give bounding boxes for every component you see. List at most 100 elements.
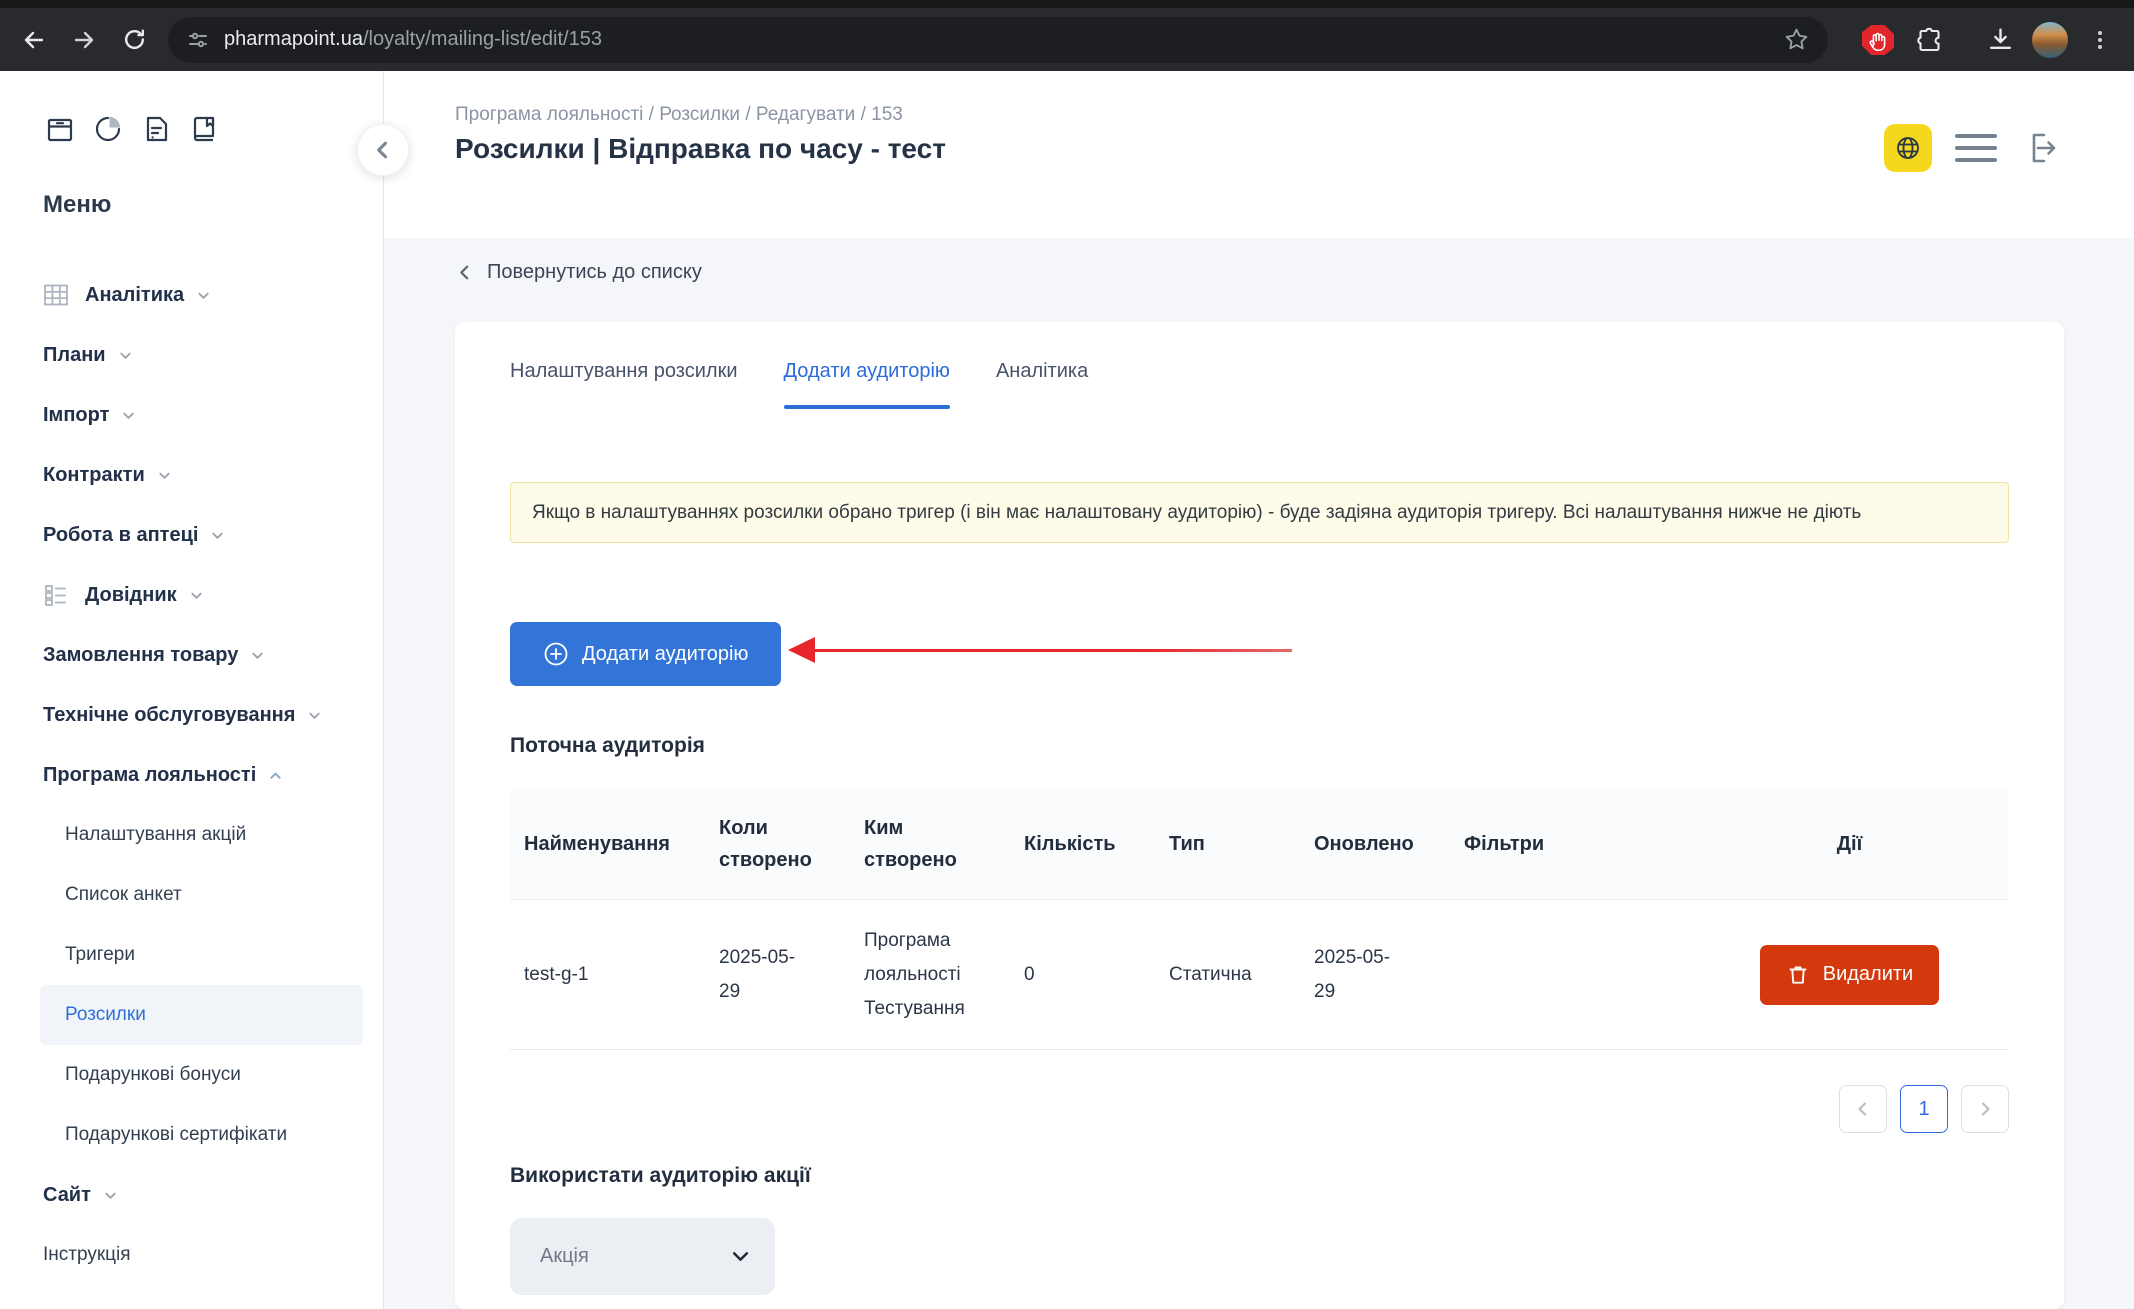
page-header: Програма лояльності / Розсилки / Редагув… [384, 71, 2134, 238]
globe-icon [1894, 134, 1922, 162]
back-icon[interactable] [12, 18, 56, 62]
chevron-down-icon [250, 648, 265, 663]
column-header: Коли створено [705, 788, 850, 899]
downloads-icon[interactable] [1978, 18, 2022, 62]
sidebar-item-analytics[interactable]: Аналітика [40, 265, 363, 325]
column-header: Оновлено [1300, 788, 1450, 899]
sidebar: Меню Аналітика Плани Імпорт Контракти Робота… [0, 71, 384, 1309]
sidebar-item-label: Плани [43, 344, 106, 367]
cell-count: 0 [1010, 900, 1155, 1049]
forward-icon[interactable] [62, 18, 106, 62]
url-text: pharmapoint.ua/loyalty/mailing-list/edit… [224, 28, 1783, 51]
extensions-icon[interactable] [1908, 18, 1952, 62]
cell-actions: Видалити [1690, 900, 2009, 1049]
column-header: Ким створено [850, 788, 1010, 899]
chevron-down-icon [210, 528, 225, 543]
back-link-label: Повернутись до списку [487, 261, 702, 284]
sidebar-item-instruction[interactable]: Інструкція [40, 1225, 363, 1285]
add-audience-button[interactable]: Додати аудиторію [510, 622, 781, 686]
sidebar-item-triggers[interactable]: Тригери [40, 925, 363, 985]
promo-select[interactable]: Акція [510, 1218, 775, 1295]
delete-button-label: Видалити [1823, 963, 1913, 986]
sidebar-item-label: Налаштування акцій [65, 824, 246, 846]
sidebar-item-site[interactable]: Сайт [40, 1165, 363, 1225]
language-globe-button[interactable] [1884, 124, 1932, 172]
sidebar-item-label: Імпорт [43, 404, 109, 427]
sidebar-menu: Аналітика Плани Імпорт Контракти Робота в ап… [0, 265, 383, 1285]
cell-type: Статична [1155, 900, 1300, 1049]
cell-created-by: Програма лояльності Тестування [850, 900, 1010, 1049]
sidebar-item-label: Тригери [65, 944, 135, 966]
chevron-down-icon [118, 348, 133, 363]
header-actions [1884, 124, 2060, 172]
sidebar-item-label: Довідник [85, 584, 177, 607]
chevron-down-icon [307, 708, 322, 723]
address-bar[interactable]: pharmapoint.ua/loyalty/mailing-list/edit… [168, 17, 1828, 63]
sidebar-item-gift-certificates[interactable]: Подарункові сертифікати [40, 1105, 363, 1165]
sidebar-item-import[interactable]: Імпорт [40, 385, 363, 445]
site-info-icon[interactable] [186, 28, 210, 52]
chevron-up-icon [268, 768, 283, 783]
window-frame [0, 0, 2134, 8]
promo-select-placeholder: Акція [540, 1245, 589, 1268]
sidebar-item-label: Замовлення товару [43, 644, 238, 667]
tab-analytics[interactable]: Аналітика [996, 360, 1088, 409]
back-to-list-link[interactable]: Повернутись до списку [455, 261, 702, 284]
browser-menu-icon[interactable] [2078, 18, 2122, 62]
cell-updated: 2025-05-29 [1300, 900, 1450, 1049]
sidebar-item-mailings[interactable]: Розсилки [40, 985, 363, 1045]
pagination-page-1[interactable]: 1 [1900, 1085, 1948, 1133]
delete-button[interactable]: Видалити [1760, 945, 1939, 1005]
breadcrumb[interactable]: Програма лояльності / Розсилки / Редагув… [455, 104, 903, 126]
tabs: Налаштування розсилки Додати аудиторію Ана… [510, 360, 1088, 409]
sidebar-item-label: Робота в аптеці [43, 524, 198, 547]
audience-table: НайменуванняКоли створеноКим створеноКіл… [510, 788, 2009, 1050]
archive-box-icon[interactable] [44, 113, 76, 145]
sidebar-top-icons [44, 113, 220, 145]
sidebar-item-goods-order[interactable]: Замовлення товару [40, 625, 363, 685]
warning-banner: Якщо в налаштуваннях розсилки обрано три… [510, 482, 2009, 543]
pagination-next-button[interactable] [1961, 1085, 2009, 1133]
logout-icon[interactable] [2020, 128, 2060, 168]
column-header: Тип [1155, 788, 1300, 899]
sidebar-item-maintenance[interactable]: Технічне обслуговування [40, 685, 363, 745]
column-header: Фільтри [1450, 788, 1690, 899]
sidebar-item-questionnaires[interactable]: Список анкет [40, 865, 363, 925]
page-title: Розсилки | Відправка по часу - тест [455, 133, 946, 165]
sidebar-item-gift-bonuses[interactable]: Подарункові бонуси [40, 1045, 363, 1105]
column-header: Дії [1690, 788, 2009, 899]
sidebar-item-loyalty-program[interactable]: Програма лояльності [40, 745, 363, 805]
table-header-row: НайменуванняКоли створеноКим створеноКіл… [510, 788, 2009, 900]
current-audience-title: Поточна аудиторія [510, 734, 705, 758]
sidebar-item-pharmacy-work[interactable]: Робота в аптеці [40, 505, 363, 565]
use-promo-audience-title: Використати аудиторію акції [510, 1164, 811, 1188]
file-document-icon[interactable] [140, 113, 172, 145]
bookmark-star-icon[interactable] [1783, 26, 1810, 53]
pie-chart-icon[interactable] [92, 113, 124, 145]
pagination-prev-button[interactable] [1839, 1085, 1887, 1133]
sidebar-item-plans[interactable]: Плани [40, 325, 363, 385]
tab-add-audience[interactable]: Додати аудиторію [784, 360, 950, 409]
sidebar-item-label: Подарункові бонуси [65, 1064, 241, 1086]
sidebar-item-label: Подарункові сертифікати [65, 1124, 287, 1146]
sidebar-item-promo-settings[interactable]: Налаштування акцій [40, 805, 363, 865]
browser-chrome: pharmapoint.ua/loyalty/mailing-list/edit… [0, 0, 2134, 71]
menu-title: Меню [43, 191, 111, 219]
adblock-icon[interactable] [1856, 18, 1900, 62]
screen: pharmapoint.ua/loyalty/mailing-list/edit… [0, 0, 2134, 1309]
sidebar-item-contracts[interactable]: Контракти [40, 445, 363, 505]
sidebar-collapse-button[interactable] [357, 124, 409, 176]
browser-toolbar: pharmapoint.ua/loyalty/mailing-list/edit… [0, 8, 2134, 71]
plus-circle-icon [543, 641, 569, 667]
hamburger-menu-icon[interactable] [1955, 134, 1997, 162]
main-area: Програма лояльності / Розсилки / Редагув… [384, 71, 2134, 1309]
tab-mailing-settings[interactable]: Налаштування розсилки [510, 360, 738, 409]
profile-avatar[interactable] [2032, 22, 2068, 58]
reload-icon[interactable] [112, 18, 156, 62]
book-icon[interactable] [188, 113, 220, 145]
cell-name: test-g-1 [510, 900, 705, 1049]
annotation-arrow [788, 636, 1292, 664]
trash-icon [1786, 963, 1810, 987]
sidebar-item-directory[interactable]: Довідник [40, 565, 363, 625]
add-audience-button-label: Додати аудиторію [582, 643, 748, 666]
